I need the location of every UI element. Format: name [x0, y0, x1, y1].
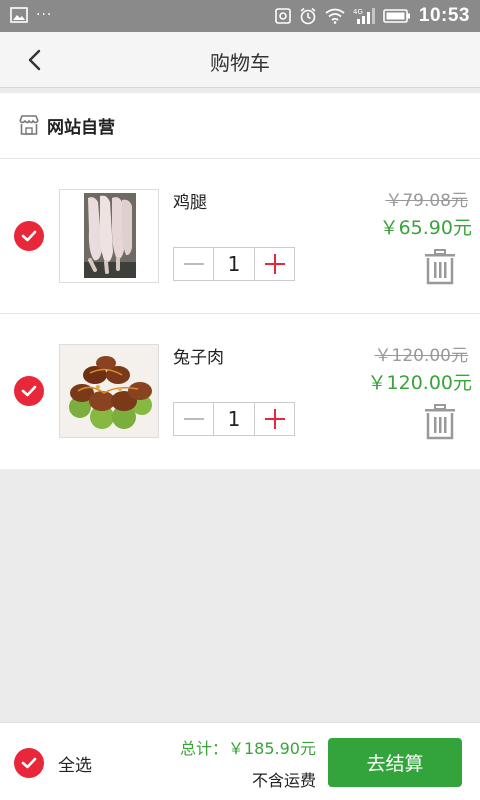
wifi-icon — [325, 8, 345, 24]
quantity-value[interactable]: 1 — [213, 248, 255, 280]
select-all-label[interactable]: 全选 — [58, 751, 92, 776]
product-name[interactable]: 兔子肉 — [173, 343, 224, 368]
current-price: ￥65.90元 — [379, 217, 472, 239]
quantity-stepper: 1 — [173, 247, 295, 281]
shop-header[interactable]: 网站自营 — [0, 93, 480, 159]
product-image-chicken-leg[interactable] — [59, 189, 159, 283]
status-left: ··· — [10, 7, 52, 23]
screenshot-icon — [275, 8, 291, 24]
cart-item: 兔子肉 1 ￥120.00元 ￥120.00元 — [0, 314, 480, 469]
original-price: ￥79.08元 — [385, 191, 468, 211]
total-value: ￥185.90元 — [228, 739, 316, 758]
minus-icon — [183, 418, 204, 420]
checkmark-icon — [21, 757, 37, 769]
product-name[interactable]: 鸡腿 — [173, 188, 207, 213]
alarm-icon — [300, 7, 316, 25]
current-price: ￥120.00元 — [367, 372, 472, 394]
increase-button[interactable] — [255, 403, 294, 435]
4g-signal-icon: 4G — [353, 8, 375, 24]
item-checkbox[interactable] — [14, 221, 44, 251]
notification-dots: ··· — [36, 7, 53, 23]
total-amount: 总计：￥185.90元 — [180, 735, 316, 759]
decrease-button[interactable] — [174, 248, 213, 280]
increase-button[interactable] — [255, 248, 294, 280]
top-nav-bar: 购物车 — [0, 32, 480, 88]
plus-icon — [264, 409, 285, 429]
svg-text:4G: 4G — [353, 8, 363, 16]
trash-icon[interactable] — [423, 404, 457, 440]
page-title: 购物车 — [210, 51, 270, 75]
original-price: ￥120.00元 — [374, 346, 468, 366]
clock: 10:53 — [418, 5, 470, 26]
battery-icon — [383, 9, 410, 23]
quantity-stepper: 1 — [173, 402, 295, 436]
select-all-checkbox[interactable] — [14, 748, 44, 778]
plus-icon — [264, 254, 285, 274]
total-label: 总计： — [179, 739, 228, 758]
product-image-rabbit-meat[interactable] — [59, 344, 159, 438]
checkmark-icon — [21, 230, 37, 242]
shop-name: 网站自营 — [47, 118, 115, 138]
trash-icon[interactable] — [423, 249, 457, 285]
shipping-note: 不含运费 — [251, 771, 316, 790]
cart-item: 鸡腿 1 ￥79.08元 ￥65.90元 — [0, 159, 480, 314]
minus-icon — [183, 263, 204, 265]
image-icon — [10, 7, 28, 23]
status-right: 4G 10:53 — [275, 3, 470, 29]
checkout-bar: 全选 总计：￥185.90元 不含运费 去结算 — [0, 722, 480, 800]
status-bar: ··· 4G 10:53 — [0, 0, 480, 32]
store-icon — [19, 115, 39, 135]
decrease-button[interactable] — [174, 403, 213, 435]
checkout-button[interactable]: 去结算 — [328, 738, 462, 787]
quantity-value[interactable]: 1 — [213, 403, 255, 435]
checkmark-icon — [21, 385, 37, 397]
item-checkbox[interactable] — [14, 376, 44, 406]
